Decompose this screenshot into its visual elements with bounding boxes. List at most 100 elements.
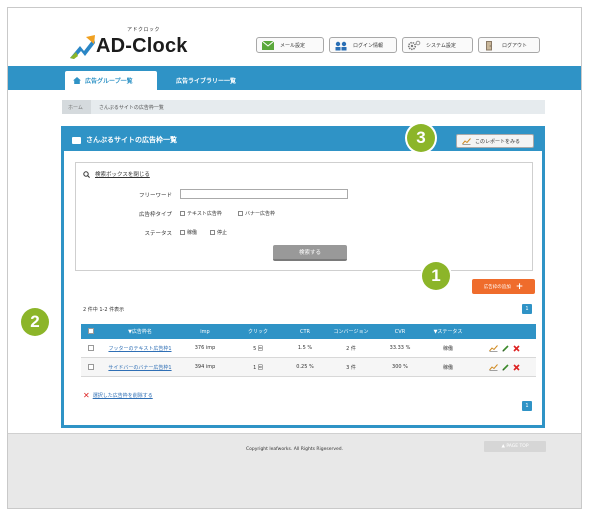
app-frame: アドクロック AD-Clock メール設定 ログイン情報 システム設定 ログアウ… <box>7 7 582 509</box>
delete-x-icon: ✕ <box>83 391 90 400</box>
search-submit-button[interactable]: 検索する <box>273 245 347 261</box>
conversion-cell: 3 件 <box>346 364 356 371</box>
delete-x-icon[interactable] <box>513 363 520 371</box>
cvr-cell: 33.33 % <box>389 345 411 351</box>
mail-settings-label: メール設定 <box>280 42 306 49</box>
table-row: フッターのテキスト広告枠1 376 imp 5 回 1.5 % 2 件 33.3… <box>81 339 536 358</box>
search-toggle-label: 検索ボックスを閉じる <box>95 172 150 178</box>
users-icon <box>335 41 347 50</box>
ad-slot-panel: さんぷるサイトの広告枠一覧 このレポートをみる 検索ボックスを閉じる フリーワー… <box>61 126 545 428</box>
report-chart-icon <box>462 137 471 145</box>
breadcrumb: ホーム さんぷるサイトの広告枠一覧 <box>62 100 545 114</box>
edit-pencil-icon[interactable] <box>502 363 509 371</box>
login-info-label: ログイン情報 <box>353 42 384 49</box>
delete-selected-label: 選択した広告枠を削除する <box>92 393 153 399</box>
main-nav: 広告グループ一覧 広告ライブラリー一覧 <box>8 66 581 90</box>
logout-label: ログアウト <box>502 42 528 49</box>
callout-marker-2: 2 <box>21 308 49 336</box>
status-cell: 稼働 <box>442 345 453 352</box>
row-select-cell[interactable] <box>81 363 101 371</box>
select-all-cell[interactable] <box>81 328 101 335</box>
breadcrumb-current: さんぷるサイトの広告枠一覧 <box>98 104 164 111</box>
logout-button[interactable]: ログアウト <box>478 37 540 53</box>
result-count: 2 件中 1-2 件表示 <box>83 307 125 313</box>
login-info-button[interactable]: ログイン情報 <box>329 37 397 53</box>
row-select-cell[interactable] <box>81 344 101 352</box>
status-active-checkbox[interactable] <box>180 230 185 235</box>
table-header: ▼広告枠名 imp クリック CTR コンバージョン CVR ▼ステータス <box>81 324 536 339</box>
keyword-label: フリーワード <box>138 193 172 199</box>
page-number-top[interactable]: 1 <box>522 304 532 314</box>
row-actions <box>473 363 536 371</box>
imp-cell: 394 imp <box>194 364 216 370</box>
tab-ad-groups[interactable]: 広告グループ一覧 <box>65 71 157 90</box>
row-checkbox[interactable] <box>88 344 94 351</box>
breadcrumb-home[interactable]: ホーム <box>62 100 91 114</box>
col-header-status[interactable]: ▼ステータス <box>423 328 473 335</box>
status-active-option[interactable]: 稼働 <box>180 229 197 236</box>
col-header-imp: imp <box>200 328 210 335</box>
search-box-toggle[interactable]: 検索ボックスを閉じる <box>83 170 150 178</box>
logout-door-icon <box>486 40 492 50</box>
row-checkbox[interactable] <box>88 363 94 370</box>
status-stopped-label: 停止 <box>217 230 228 236</box>
panel-title: さんぷるサイトの広告枠一覧 <box>86 136 177 144</box>
footer: Copyright leafworks. All Rights Rigeserv… <box>8 433 581 508</box>
system-settings-button[interactable]: システム設定 <box>402 37 473 53</box>
imp-cell: 376 imp <box>194 345 216 351</box>
type-banner-option[interactable]: バナー広告枠 <box>238 210 275 217</box>
type-text-option[interactable]: テキスト広告枠 <box>180 210 222 217</box>
report-chart-icon[interactable] <box>489 363 498 371</box>
add-ad-slot-label: 広告枠の追加 <box>483 284 511 290</box>
type-banner-checkbox[interactable] <box>238 211 243 216</box>
callout-marker-3: 3 <box>407 124 435 152</box>
click-cell: 5 回 <box>253 345 263 352</box>
report-chart-icon[interactable] <box>489 344 498 352</box>
mail-settings-button[interactable]: メール設定 <box>256 37 324 53</box>
gear-icon <box>407 40 421 50</box>
page-number-bottom[interactable]: 1 <box>522 401 532 411</box>
ad-type-label: 広告枠タイプ <box>138 212 172 218</box>
click-cell: 1 回 <box>253 364 263 371</box>
ad-slot-name-link[interactable]: サイドバーのバナー広告枠1 <box>101 364 179 371</box>
col-header-name[interactable]: ▼広告枠名 <box>101 328 179 335</box>
tab-ad-library[interactable]: 広告ライブラリー一覧 <box>168 71 244 90</box>
ad-slot-name-link[interactable]: フッターのテキスト広告枠1 <box>101 345 179 352</box>
add-ad-slot-button[interactable]: 広告枠の追加 + <box>472 279 535 294</box>
status-label: ステータス <box>144 231 172 237</box>
row-actions <box>473 344 536 352</box>
view-report-button[interactable]: このレポートをみる <box>456 134 534 148</box>
plus-icon: + <box>515 281 524 292</box>
home-icon <box>73 77 81 84</box>
status-stopped-checkbox[interactable] <box>210 230 215 235</box>
col-header-click: クリック <box>247 329 268 335</box>
conversion-cell: 2 件 <box>346 345 356 352</box>
type-text-checkbox[interactable] <box>180 211 185 216</box>
system-settings-label: システム設定 <box>426 42 456 49</box>
ctr-cell: 0.25 % <box>296 364 314 370</box>
mail-icon <box>261 40 275 50</box>
page-top-button[interactable]: ▲ PAGE TOP <box>484 441 546 452</box>
type-text-label: テキスト広告枠 <box>187 211 222 217</box>
status-cell: 稼働 <box>442 364 453 371</box>
logo-mark-icon <box>70 35 95 59</box>
status-stopped-option[interactable]: 停止 <box>210 229 227 236</box>
edit-pencil-icon[interactable] <box>502 344 509 352</box>
ad-clock-logo[interactable]: アドクロック AD-Clock <box>68 25 208 61</box>
table-row: サイドバーのバナー広告枠1 394 imp 1 回 0.25 % 3 件 300… <box>81 358 536 377</box>
col-header-cvr: CVR <box>394 328 406 335</box>
delete-x-icon[interactable] <box>513 344 520 352</box>
ad-slot-table: ▼広告枠名 imp クリック CTR コンバージョン CVR ▼ステータス フッ… <box>81 324 536 377</box>
keyword-input[interactable] <box>180 189 348 199</box>
view-report-label: このレポートをみる <box>475 138 521 145</box>
tab-ad-groups-label: 広告グループ一覧 <box>85 78 133 85</box>
type-banner-label: バナー広告枠 <box>245 211 276 217</box>
window-icon <box>72 136 81 144</box>
logo-name: AD-Clock <box>96 35 188 57</box>
select-all-checkbox[interactable] <box>88 328 94 335</box>
col-header-conversion: コンバージョン <box>333 329 369 335</box>
search-box: 検索ボックスを閉じる フリーワード 広告枠タイプ テキスト広告枠 バナー広告枠 … <box>75 162 533 271</box>
logo-ruby: アドクロック <box>127 27 161 33</box>
status-active-label: 稼働 <box>187 230 198 236</box>
delete-selected-link[interactable]: ✕ 選択した広告枠を削除する <box>83 391 153 400</box>
